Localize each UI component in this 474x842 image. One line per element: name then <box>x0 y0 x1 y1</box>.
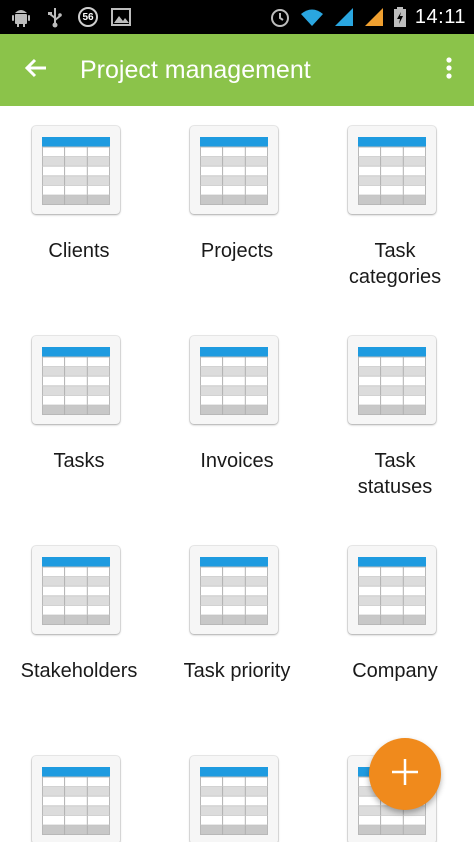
page-title: Project management <box>80 56 311 84</box>
tile-company[interactable]: Company <box>316 526 474 726</box>
tile-label: Task priority <box>183 660 291 682</box>
table-grid-graphic <box>42 347 110 415</box>
notification-badge: 56 <box>78 7 98 27</box>
table-icon <box>190 336 278 424</box>
table-icon <box>32 756 120 842</box>
status-bar-left: 56 <box>10 0 132 34</box>
tile-task-statuses[interactable]: Task statuses <box>316 316 474 516</box>
wifi-icon <box>299 6 325 28</box>
more-vert-icon <box>445 56 453 85</box>
battery-icon <box>393 6 407 28</box>
arrow-back-icon <box>23 55 49 86</box>
table-grid-graphic <box>358 347 426 415</box>
add-fab-button[interactable] <box>369 738 441 810</box>
table-icon <box>32 336 120 424</box>
back-button[interactable] <box>14 48 58 92</box>
overflow-menu-button[interactable] <box>434 48 464 92</box>
table-grid: Clients Projects Task categories Tasks I… <box>0 106 474 842</box>
table-icon <box>190 126 278 214</box>
tile-projects[interactable]: Projects <box>158 106 316 306</box>
clock: 14:11 <box>414 5 466 28</box>
tile-label: Tasks <box>53 450 105 472</box>
table-grid-graphic <box>200 347 268 415</box>
table-icon <box>348 546 436 634</box>
tile-label: Task statuses <box>357 450 433 498</box>
table-grid-graphic <box>200 767 268 835</box>
table-icon <box>32 546 120 634</box>
tile-label: Projects <box>200 240 274 262</box>
tile-stakeholders[interactable]: Stakeholders <box>0 526 158 726</box>
tile-label: Stakeholders <box>20 660 138 682</box>
tile-label: Company <box>352 660 438 682</box>
image-icon <box>110 6 132 28</box>
tile-label: Task categories <box>348 240 442 288</box>
tile-label: Invoices <box>200 450 274 472</box>
tile-invoices[interactable]: Invoices <box>158 316 316 516</box>
alarm-icon <box>269 6 291 28</box>
status-bar: 56 14:11 <box>0 0 474 34</box>
table-icon <box>32 126 120 214</box>
table-icon <box>348 126 436 214</box>
android-icon <box>10 6 32 28</box>
tile-row4-1[interactable] <box>0 736 158 842</box>
table-grid-graphic <box>42 767 110 835</box>
table-grid-graphic <box>200 137 268 205</box>
tile-label: Clients <box>48 240 110 262</box>
table-icon <box>348 336 436 424</box>
table-grid-graphic <box>42 557 110 625</box>
signal-icon <box>333 6 355 28</box>
signal-2-icon <box>363 6 385 28</box>
table-grid-graphic <box>200 557 268 625</box>
tile-tasks[interactable]: Tasks <box>0 316 158 516</box>
table-icon <box>190 756 278 842</box>
table-grid-graphic <box>358 137 426 205</box>
tile-clients[interactable]: Clients <box>0 106 158 306</box>
table-icon <box>190 546 278 634</box>
app-bar: Project management <box>0 34 474 106</box>
table-grid-graphic <box>358 557 426 625</box>
tile-task-priority[interactable]: Task priority <box>158 526 316 726</box>
table-grid-graphic <box>42 137 110 205</box>
tile-row4-2[interactable] <box>158 736 316 842</box>
usb-icon <box>44 6 66 28</box>
tile-task-categories[interactable]: Task categories <box>316 106 474 306</box>
plus-icon <box>390 757 420 792</box>
status-bar-right: 14:11 <box>269 0 466 34</box>
